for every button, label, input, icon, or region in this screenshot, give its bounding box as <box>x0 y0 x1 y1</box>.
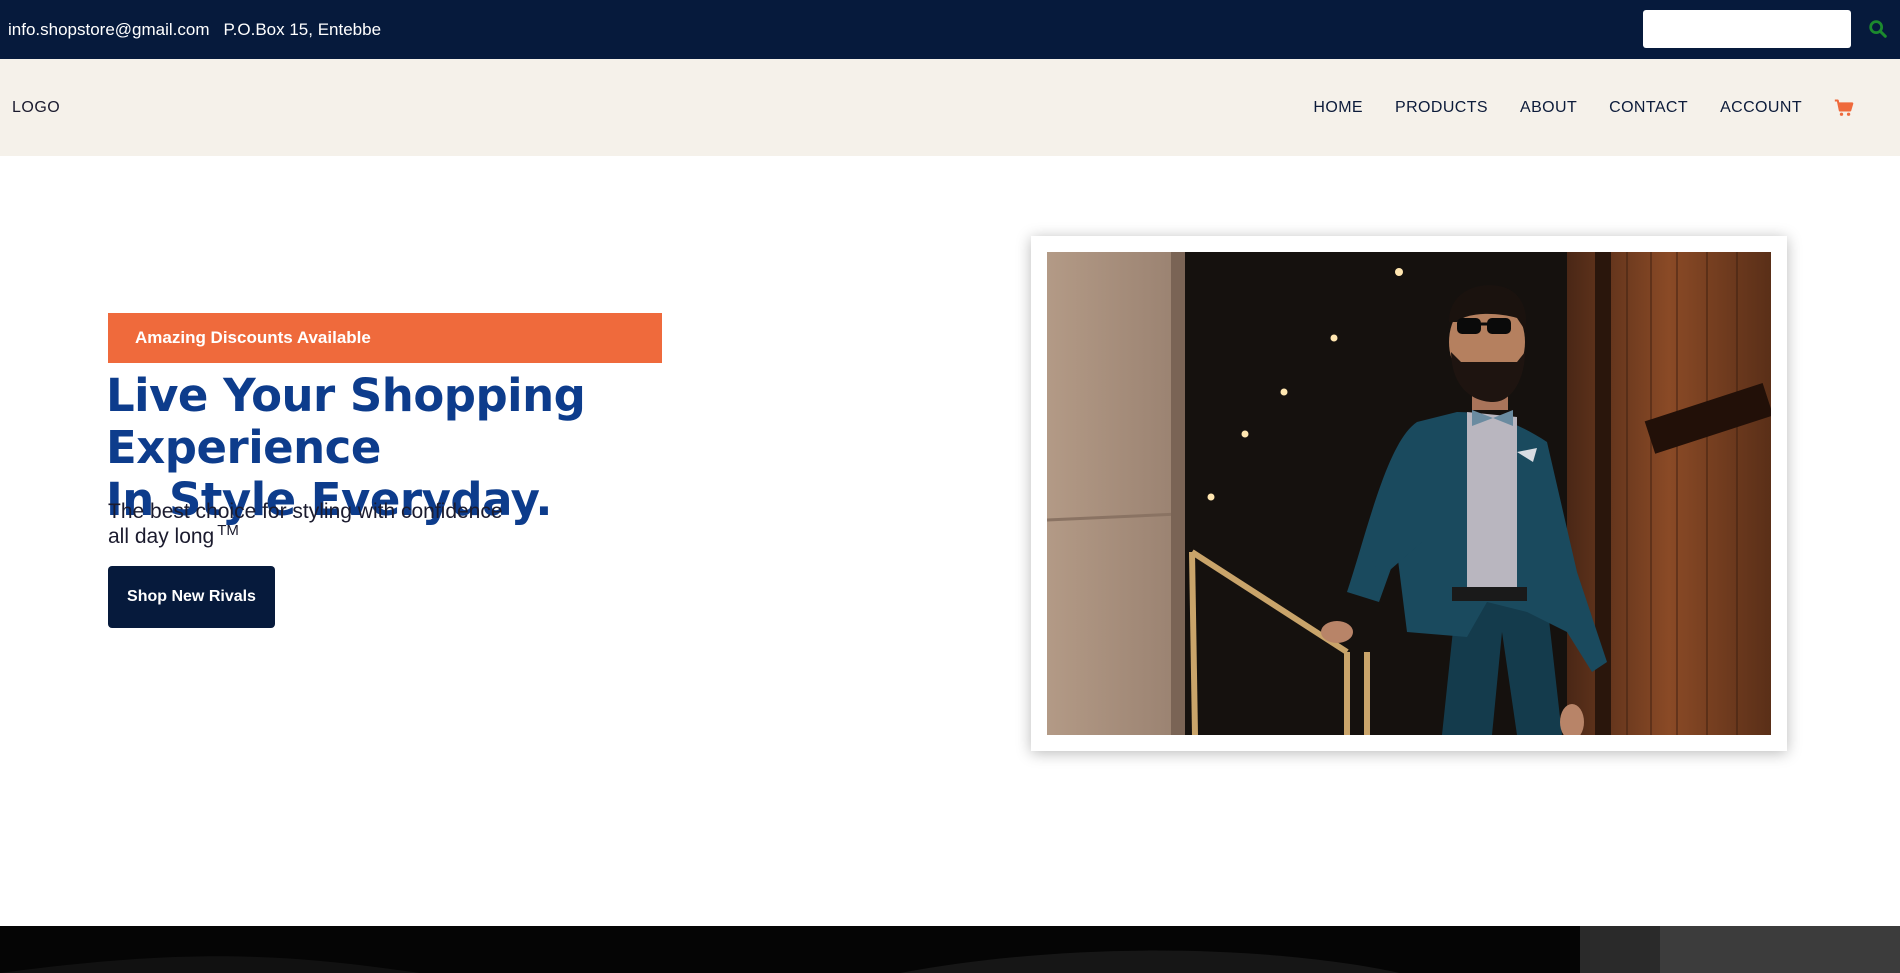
nav-link-products[interactable]: PRODUCTS <box>1395 99 1488 117</box>
headline-line-1: Live Your Shopping Experience <box>106 369 586 474</box>
section-background <box>0 926 1900 973</box>
hero-subtext: The best choice for styling with confide… <box>108 499 608 549</box>
hero-image-frame <box>1031 236 1787 751</box>
top-info-bar: info.shopstore@gmail.com P.O.Box 15, Ent… <box>0 0 1900 59</box>
logo[interactable]: LOGO <box>12 59 60 156</box>
subtext-line-1: The best choice for styling with confide… <box>108 500 503 523</box>
contact-email[interactable]: info.shopstore@gmail.com <box>8 20 210 40</box>
nav-links: HOME PRODUCTS ABOUT CONTACT ACCOUNT <box>1313 59 1900 156</box>
main-navbar: LOGO HOME PRODUCTS ABOUT CONTACT ACCOUNT <box>0 59 1900 156</box>
cart-icon[interactable] <box>1834 98 1854 118</box>
nav-link-account[interactable]: ACCOUNT <box>1720 99 1802 117</box>
hero-photo <box>1047 252 1771 735</box>
search-icon[interactable] <box>1867 18 1889 40</box>
contact-address: P.O.Box 15, Entebbe <box>223 19 382 39</box>
nav-link-home[interactable]: HOME <box>1313 99 1363 117</box>
shop-new-rivals-button[interactable]: Shop New Rivals <box>108 566 275 628</box>
next-section-preview <box>0 926 1900 973</box>
subtext-line-2: all day long <box>108 525 215 548</box>
discount-badge: Amazing Discounts Available <box>108 313 662 363</box>
contact-info: info.shopstore@gmail.com P.O.Box 15, Ent… <box>8 0 381 59</box>
search-input[interactable] <box>1643 10 1851 48</box>
nav-link-about[interactable]: ABOUT <box>1520 99 1577 117</box>
nav-link-contact[interactable]: CONTACT <box>1609 99 1688 117</box>
trademark-mark: TM <box>217 522 239 539</box>
